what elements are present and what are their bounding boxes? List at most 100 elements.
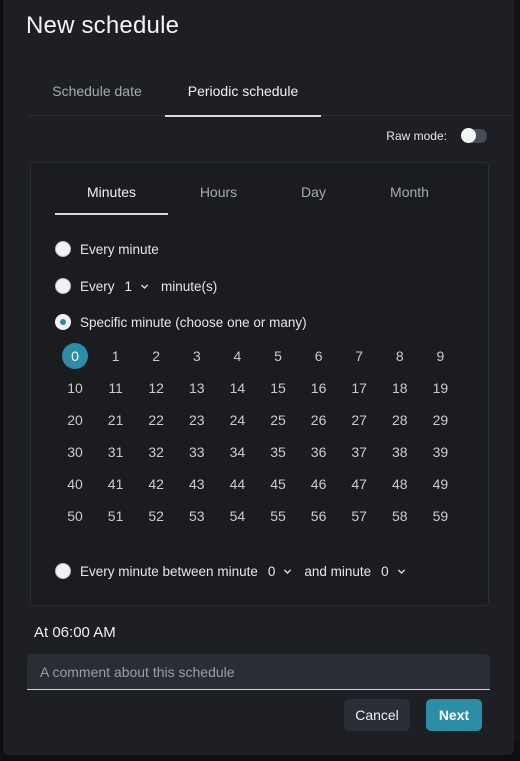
time-unit-tabs: Minutes Hours Day Month: [55, 177, 463, 215]
minute-option[interactable]: 53: [184, 503, 210, 529]
interval-select[interactable]: 1: [125, 279, 150, 294]
chevron-down-icon: [397, 568, 405, 574]
minute-option[interactable]: 55: [265, 503, 291, 529]
specific-minute-radio[interactable]: [55, 314, 71, 330]
minute-option[interactable]: 4: [224, 343, 250, 369]
tab-minutes[interactable]: Minutes: [55, 177, 168, 215]
minute-option[interactable]: 41: [103, 471, 129, 497]
minute-option[interactable]: 5: [265, 343, 291, 369]
minute-option[interactable]: 30: [62, 439, 88, 465]
minute-option[interactable]: 26: [306, 407, 332, 433]
schedule-summary: At 06:00 AM: [34, 624, 116, 641]
minute-option[interactable]: 57: [346, 503, 372, 529]
every-minute-radio[interactable]: [55, 241, 71, 257]
dialog-title: New schedule: [26, 12, 180, 39]
between-middle: and minute: [304, 563, 372, 579]
minute-option[interactable]: 27: [346, 407, 372, 433]
minute-option[interactable]: 37: [346, 439, 372, 465]
cancel-button[interactable]: Cancel: [344, 699, 410, 731]
minute-option[interactable]: 35: [265, 439, 291, 465]
minute-option[interactable]: 36: [306, 439, 332, 465]
minute-option[interactable]: 9: [427, 343, 453, 369]
option-specific-minute: Specific minute (choose one or many): [55, 312, 307, 332]
option-every-n-minutes: Every 1 minute(s): [55, 276, 217, 296]
between-prefix: Every minute between minute: [80, 563, 258, 579]
raw-mode-toggle[interactable]: [461, 128, 487, 143]
minute-option[interactable]: 29: [427, 407, 453, 433]
minute-option[interactable]: 2: [143, 343, 169, 369]
minute-option[interactable]: 31: [103, 439, 129, 465]
tab-schedule-date[interactable]: Schedule date: [29, 76, 165, 116]
minute-option[interactable]: 23: [184, 407, 210, 433]
next-button[interactable]: Next: [426, 699, 482, 731]
minute-option[interactable]: 42: [143, 471, 169, 497]
minute-option[interactable]: 49: [427, 471, 453, 497]
minute-option[interactable]: 14: [224, 375, 250, 401]
tab-periodic-schedule[interactable]: Periodic schedule: [165, 76, 321, 117]
minute-option[interactable]: 8: [387, 343, 413, 369]
minute-option[interactable]: 3: [184, 343, 210, 369]
raw-mode-control: Raw mode:: [386, 127, 487, 145]
to-minute-value: 0: [381, 563, 389, 579]
minute-option[interactable]: 52: [143, 503, 169, 529]
minute-option[interactable]: 11: [103, 375, 129, 401]
between-radio[interactable]: [55, 563, 71, 579]
minute-option[interactable]: 16: [306, 375, 332, 401]
minute-option[interactable]: 17: [346, 375, 372, 401]
minute-option[interactable]: 13: [184, 375, 210, 401]
periodic-schedule-panel: Minutes Hours Day Month Every minute Eve…: [30, 162, 489, 606]
minute-option[interactable]: 6: [306, 343, 332, 369]
minute-option[interactable]: 0: [62, 343, 88, 369]
option-every-minute: Every minute: [55, 239, 159, 259]
minute-option[interactable]: 48: [387, 471, 413, 497]
minute-option[interactable]: 10: [62, 375, 88, 401]
from-minute-value: 0: [267, 563, 276, 579]
minute-option[interactable]: 28: [387, 407, 413, 433]
option-between-minutes: Every minute between minute 0 and minute…: [55, 561, 418, 581]
minute-option[interactable]: 40: [62, 471, 88, 497]
minute-option[interactable]: 32: [143, 439, 169, 465]
minute-option[interactable]: 43: [184, 471, 210, 497]
minute-option[interactable]: 44: [224, 471, 250, 497]
every-n-radio[interactable]: [55, 278, 71, 294]
minute-option[interactable]: 38: [387, 439, 413, 465]
minute-option[interactable]: 20: [62, 407, 88, 433]
minute-option[interactable]: 58: [387, 503, 413, 529]
minute-option[interactable]: 39: [427, 439, 453, 465]
minute-option[interactable]: 33: [184, 439, 210, 465]
minute-option[interactable]: 19: [427, 375, 453, 401]
minute-option[interactable]: 15: [265, 375, 291, 401]
new-schedule-dialog: New schedule Schedule date Periodic sche…: [3, 0, 514, 755]
minute-option[interactable]: 46: [306, 471, 332, 497]
minute-option[interactable]: 34: [224, 439, 250, 465]
tab-month[interactable]: Month: [353, 177, 466, 215]
chevron-down-icon: [284, 568, 292, 574]
every-n-suffix: minute(s): [161, 278, 218, 294]
minute-option[interactable]: 7: [346, 343, 372, 369]
every-n-prefix: Every: [80, 278, 115, 294]
minute-option[interactable]: 56: [306, 503, 332, 529]
interval-value: 1: [124, 278, 133, 294]
raw-mode-label: Raw mode:: [386, 129, 447, 143]
minute-option[interactable]: 12: [143, 375, 169, 401]
specific-minute-label: Specific minute (choose one or many): [80, 314, 307, 330]
minute-option[interactable]: 45: [265, 471, 291, 497]
minute-option[interactable]: 25: [265, 407, 291, 433]
schedule-type-tabs: Schedule date Periodic schedule: [29, 76, 511, 117]
minute-option[interactable]: 54: [224, 503, 250, 529]
minute-option[interactable]: 51: [103, 503, 129, 529]
minute-option[interactable]: 59: [427, 503, 453, 529]
chevron-down-icon: [140, 283, 149, 289]
minute-option[interactable]: 1: [103, 343, 129, 369]
every-minute-label: Every minute: [80, 241, 159, 257]
minute-option[interactable]: 50: [62, 503, 88, 529]
comment-input[interactable]: [27, 654, 490, 690]
minute-option[interactable]: 18: [387, 375, 413, 401]
to-minute-select[interactable]: 0: [381, 564, 406, 579]
from-minute-select[interactable]: 0: [268, 564, 293, 579]
minute-option[interactable]: 24: [224, 407, 250, 433]
minute-option[interactable]: 21: [103, 407, 129, 433]
toggle-knob: [461, 128, 476, 143]
minute-option[interactable]: 47: [346, 471, 372, 497]
minute-option[interactable]: 22: [143, 407, 169, 433]
